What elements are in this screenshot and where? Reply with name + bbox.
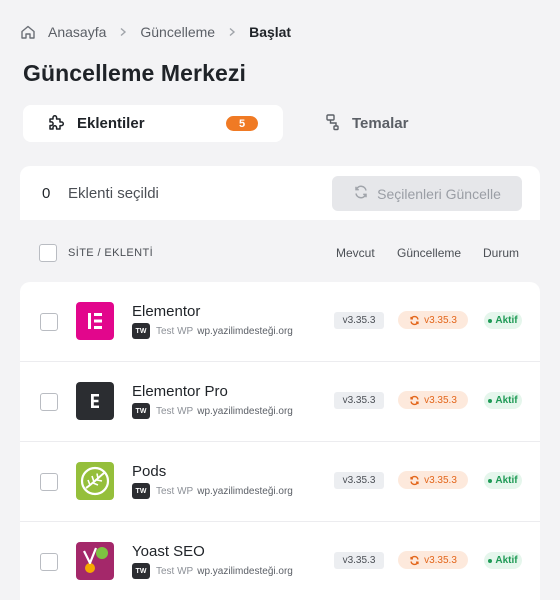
current-version: v3.35.3: [334, 312, 384, 329]
site-name: Test WP: [156, 565, 194, 577]
current-version: v3.35.3: [334, 472, 384, 489]
column-status: Durum: [483, 246, 520, 260]
table-row: Elementor Pro TW Test WP wp.yazilimdeste…: [20, 362, 540, 442]
row-checkbox[interactable]: [40, 473, 58, 491]
update-version-label: v3.35.3: [424, 554, 457, 566]
chevron-right-icon: [227, 27, 237, 37]
table-row: Pods TW Test WP wp.yazilimdesteği.org v3…: [20, 442, 540, 522]
table-header: SİTE / EKLENTİ Mevcut Güncelleme Durum: [20, 230, 540, 275]
breadcrumb: Anasayfa Güncelleme Başlat: [20, 22, 291, 42]
site-domain: wp.yazilimdesteği.org: [197, 325, 293, 337]
status-label: Aktif: [495, 395, 518, 406]
plugin-name: Elementor Pro: [132, 383, 228, 400]
yoast-logo: [76, 542, 114, 580]
site-info: TW Test WP wp.yazilimdesteği.org: [132, 323, 293, 339]
column-site: SİTE / EKLENTİ: [68, 247, 154, 259]
site-info: TW Test WP wp.yazilimdesteği.org: [132, 483, 293, 499]
refresh-icon: [410, 315, 419, 325]
site-info: TW Test WP wp.yazilimdesteği.org: [132, 403, 293, 419]
plugin-name: Pods: [132, 463, 167, 480]
update-version-label: v3.35.3: [424, 314, 457, 326]
breadcrumb-section-link[interactable]: Güncelleme: [140, 24, 215, 40]
status-dot-icon: [488, 318, 493, 323]
row-checkbox[interactable]: [40, 313, 58, 331]
status-badge: Aktif: [484, 472, 522, 489]
selected-count: 0: [42, 185, 51, 202]
site-name: Test WP: [156, 485, 194, 497]
site-domain: wp.yazilimdesteği.org: [197, 485, 293, 497]
status-dot-icon: [488, 398, 493, 403]
paint-roller-icon: [324, 113, 342, 135]
update-version[interactable]: v3.35.3: [398, 471, 468, 489]
current-version: v3.35.3: [334, 552, 384, 569]
site-name: Test WP: [156, 325, 194, 337]
puzzle-icon: [47, 113, 65, 135]
chevron-right-icon: [118, 27, 128, 37]
current-version: v3.35.3: [334, 392, 384, 409]
refresh-icon: [410, 395, 419, 405]
column-current: Mevcut: [336, 246, 375, 260]
status-dot-icon: [488, 558, 493, 563]
update-version[interactable]: v3.35.3: [398, 391, 468, 409]
refresh-icon: [410, 555, 419, 565]
page-title: Güncelleme Merkezi: [23, 60, 246, 86]
select-all-checkbox[interactable]: [39, 244, 57, 262]
table-row: Yoast SEO TW Test WP wp.yazilimdesteği.o…: [20, 522, 540, 600]
site-icon: TW: [132, 323, 150, 339]
home-icon[interactable]: [20, 24, 36, 40]
column-update: Güncelleme: [397, 246, 462, 260]
update-version[interactable]: v3.35.3: [398, 311, 468, 329]
update-version[interactable]: v3.35.3: [398, 551, 468, 569]
update-selected-button[interactable]: Seçilenleri Güncelle: [332, 176, 522, 211]
row-checkbox[interactable]: [40, 393, 58, 411]
plugin-name: Elementor: [132, 303, 201, 320]
elementor-logo: [76, 302, 114, 340]
status-label: Aktif: [495, 555, 518, 566]
elementor-pro-logo: [76, 382, 114, 420]
site-icon: TW: [132, 403, 150, 419]
site-icon: TW: [132, 483, 150, 499]
tab-themes-label: Temalar: [352, 115, 409, 132]
plugins-count-badge: 5: [226, 116, 258, 131]
table-row: Elementor TW Test WP wp.yazilimdesteği.o…: [20, 282, 540, 362]
selected-label: Eklenti seçildi: [68, 185, 159, 202]
site-name: Test WP: [156, 405, 194, 417]
plugin-name: Yoast SEO: [132, 543, 205, 560]
refresh-icon: [410, 475, 419, 485]
status-badge: Aktif: [484, 312, 522, 329]
update-version-label: v3.35.3: [424, 394, 457, 406]
selection-bar: 0 Eklenti seçildi Seçilenleri Güncelle: [20, 166, 540, 220]
tab-plugins[interactable]: Eklentiler 5: [23, 105, 283, 142]
tab-themes[interactable]: Temalar: [324, 105, 444, 142]
update-version-label: v3.35.3: [424, 474, 457, 486]
row-checkbox[interactable]: [40, 553, 58, 571]
status-badge: Aktif: [484, 552, 522, 569]
site-icon: TW: [132, 563, 150, 579]
site-domain: wp.yazilimdesteği.org: [197, 565, 293, 577]
site-info: TW Test WP wp.yazilimdesteği.org: [132, 563, 293, 579]
plugin-table-body: Elementor TW Test WP wp.yazilimdesteği.o…: [20, 282, 540, 600]
refresh-icon: [353, 184, 369, 203]
breadcrumb-current: Başlat: [249, 24, 292, 40]
breadcrumb-home-link[interactable]: Anasayfa: [48, 24, 106, 40]
status-label: Aktif: [495, 315, 518, 326]
update-selected-label: Seçilenleri Güncelle: [377, 185, 501, 202]
status-dot-icon: [488, 478, 493, 483]
site-domain: wp.yazilimdesteği.org: [197, 405, 293, 417]
tab-plugins-label: Eklentiler: [77, 115, 145, 132]
status-badge: Aktif: [484, 392, 522, 409]
pods-logo: [76, 462, 114, 500]
status-label: Aktif: [495, 475, 518, 486]
